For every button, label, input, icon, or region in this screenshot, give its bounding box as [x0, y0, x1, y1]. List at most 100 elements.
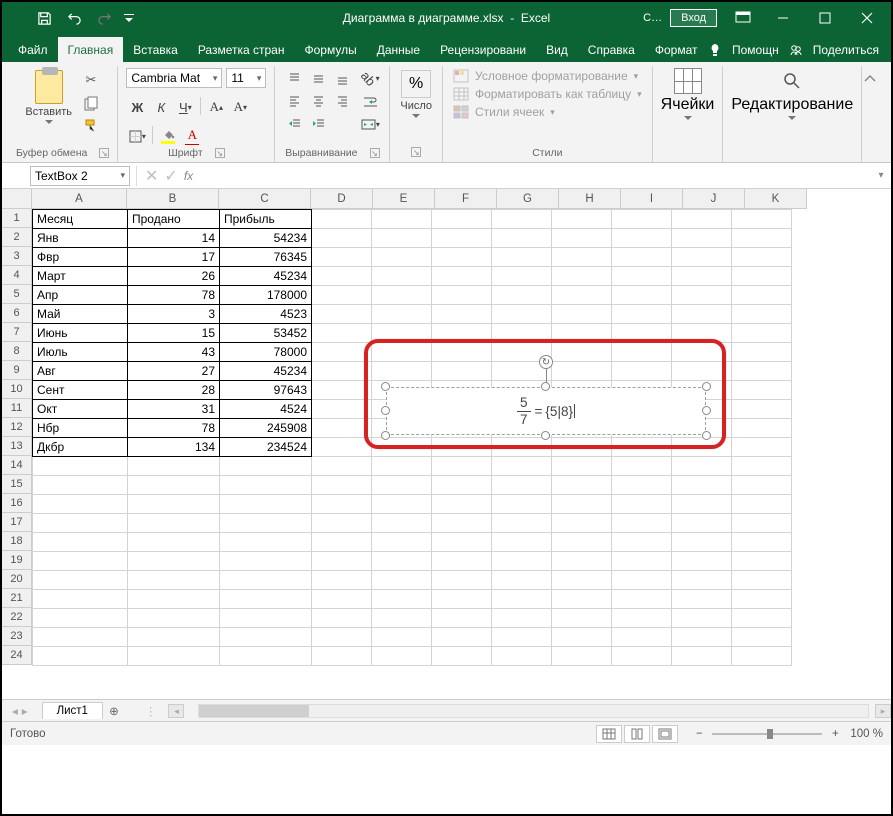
- cell[interactable]: [312, 381, 372, 400]
- cell[interactable]: [672, 267, 732, 286]
- cell[interactable]: [220, 552, 312, 571]
- cell[interactable]: [372, 552, 432, 571]
- cell[interactable]: [432, 267, 492, 286]
- cell[interactable]: [612, 590, 672, 609]
- cell[interactable]: [128, 533, 220, 552]
- signin-button[interactable]: Вход: [670, 9, 717, 27]
- cell[interactable]: 31: [128, 400, 220, 419]
- cell[interactable]: [432, 609, 492, 628]
- cell[interactable]: [612, 267, 672, 286]
- cell[interactable]: [672, 343, 732, 362]
- cell[interactable]: [372, 343, 432, 362]
- cell[interactable]: [432, 438, 492, 457]
- cell[interactable]: [372, 305, 432, 324]
- cell[interactable]: [732, 628, 792, 647]
- cell[interactable]: [128, 590, 220, 609]
- cell[interactable]: [732, 324, 792, 343]
- tab-formulas[interactable]: Формулы: [294, 37, 366, 62]
- cell[interactable]: [552, 438, 612, 457]
- cell[interactable]: [432, 590, 492, 609]
- cell[interactable]: [128, 647, 220, 666]
- cell[interactable]: [432, 286, 492, 305]
- cell[interactable]: 78: [128, 286, 220, 305]
- underline-button[interactable]: Ч▾: [174, 97, 196, 117]
- resize-handle[interactable]: [702, 431, 711, 440]
- cell[interactable]: 3: [128, 305, 220, 324]
- view-page-layout-icon[interactable]: [624, 725, 650, 743]
- cell[interactable]: [552, 324, 612, 343]
- worksheet-grid[interactable]: ABCDEFGHIJK 1234567891011121314151617181…: [2, 189, 891, 699]
- cell[interactable]: [732, 305, 792, 324]
- zoom-percentage[interactable]: 100 %: [850, 728, 883, 740]
- resize-handle[interactable]: [702, 382, 711, 391]
- cell[interactable]: [552, 343, 612, 362]
- number-format-button[interactable]: % Число: [398, 68, 434, 121]
- cell[interactable]: [372, 324, 432, 343]
- cell[interactable]: Нбр: [33, 419, 128, 438]
- cell[interactable]: [552, 248, 612, 267]
- cell[interactable]: [552, 457, 612, 476]
- row-header[interactable]: 9: [2, 361, 32, 380]
- cell[interactable]: Месяц: [33, 210, 128, 229]
- cell[interactable]: [552, 609, 612, 628]
- maximize-button[interactable]: [805, 4, 845, 32]
- row-header[interactable]: 20: [2, 570, 32, 589]
- row-header[interactable]: 17: [2, 513, 32, 532]
- row-header[interactable]: 18: [2, 532, 32, 551]
- cell[interactable]: [732, 286, 792, 305]
- cell[interactable]: [492, 495, 552, 514]
- cell[interactable]: [492, 305, 552, 324]
- increase-indent-icon[interactable]: [307, 113, 329, 133]
- tab-page-layout[interactable]: Разметка стран: [188, 37, 295, 62]
- cell[interactable]: [552, 362, 612, 381]
- cell[interactable]: [312, 590, 372, 609]
- view-page-break-icon[interactable]: [652, 725, 678, 743]
- cell[interactable]: [312, 324, 372, 343]
- hscroll-left-icon[interactable]: ◂: [168, 704, 184, 718]
- formula-bar-expand-icon[interactable]: ▾: [871, 170, 891, 181]
- cell[interactable]: [612, 514, 672, 533]
- cell[interactable]: [672, 362, 732, 381]
- editing-button[interactable]: Редактирование: [731, 68, 853, 121]
- cell[interactable]: [732, 476, 792, 495]
- cell[interactable]: [312, 533, 372, 552]
- cell[interactable]: [33, 609, 128, 628]
- row-header[interactable]: 8: [2, 342, 32, 361]
- row-header[interactable]: 19: [2, 551, 32, 570]
- cell[interactable]: [612, 324, 672, 343]
- decrease-font-icon[interactable]: A▾: [229, 97, 251, 117]
- cell[interactable]: [552, 552, 612, 571]
- borders-icon[interactable]: ▾: [126, 126, 148, 146]
- cell[interactable]: [732, 400, 792, 419]
- cell[interactable]: [492, 248, 552, 267]
- cell[interactable]: [372, 590, 432, 609]
- cell[interactable]: 76345: [220, 248, 312, 267]
- column-header[interactable]: J: [683, 189, 745, 209]
- zoom-in-icon[interactable]: +: [828, 728, 842, 740]
- cell[interactable]: [552, 647, 612, 666]
- share-icon[interactable]: [789, 43, 803, 57]
- tab-help[interactable]: Справка: [578, 37, 645, 62]
- cell[interactable]: [492, 647, 552, 666]
- number-dialog-launcher[interactable]: ↘: [411, 147, 421, 157]
- undo-icon[interactable]: [62, 6, 86, 30]
- cell[interactable]: 14: [128, 229, 220, 248]
- cells-button[interactable]: Ячейки: [661, 68, 715, 121]
- cell[interactable]: [312, 571, 372, 590]
- cell[interactable]: [220, 514, 312, 533]
- minimize-button[interactable]: [763, 4, 803, 32]
- cell[interactable]: [33, 514, 128, 533]
- tab-data[interactable]: Данные: [367, 37, 430, 62]
- close-button[interactable]: [847, 4, 887, 32]
- cell[interactable]: [672, 571, 732, 590]
- cell[interactable]: [492, 267, 552, 286]
- cell[interactable]: [552, 267, 612, 286]
- cell[interactable]: [552, 476, 612, 495]
- cell[interactable]: [312, 267, 372, 286]
- cell[interactable]: [672, 647, 732, 666]
- cell[interactable]: [432, 552, 492, 571]
- cell[interactable]: Сент: [33, 381, 128, 400]
- qat-customize-icon[interactable]: [122, 6, 136, 30]
- cell[interactable]: [372, 267, 432, 286]
- cell[interactable]: [732, 457, 792, 476]
